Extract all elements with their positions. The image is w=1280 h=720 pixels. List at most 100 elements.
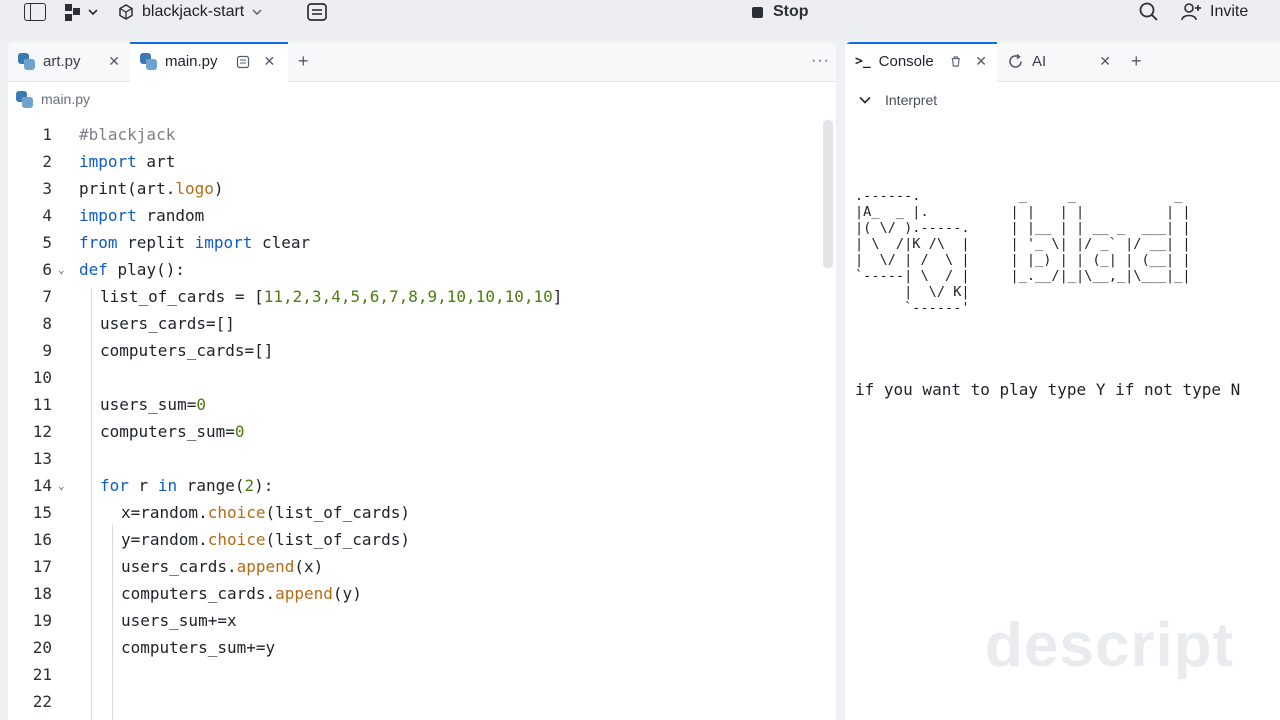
stop-button[interactable]: Stop: [742, 0, 819, 24]
code-line: 6 ⌄ def play():: [8, 256, 828, 283]
code-line: 7 list_of_cards = [11,2,3,4,5,6,7,8,9,10…: [8, 283, 828, 310]
line-number: 16: [32, 529, 52, 549]
close-icon[interactable]: ✕: [1099, 53, 1111, 70]
project-name-label: blackjack-start: [142, 3, 245, 20]
code-text: list_of_cards = [11,2,3,4,5,6,7,8,9,10,1…: [100, 286, 563, 306]
code-text: #blackjack: [79, 124, 176, 144]
code-line: 21: [8, 661, 828, 688]
stop-label: Stop: [773, 3, 809, 20]
tab-label: AI: [1032, 53, 1047, 70]
workspace-icon: [65, 4, 98, 21]
code-text: users_cards=[]: [100, 313, 235, 333]
invite-label: Invite: [1210, 3, 1249, 20]
code-line: 9 computers_cards=[]: [8, 337, 828, 364]
line-number: 10: [32, 367, 52, 387]
code-line: 19 users_sum+=x: [8, 607, 828, 634]
console-output[interactable]: .------. _ _ _ |A_ _ |. | | | | | | |( \…: [855, 150, 1240, 437]
more-options-icon[interactable]: ···: [811, 52, 830, 70]
line-number: 2: [42, 151, 52, 171]
code-line: 17 users_cards.append(x): [8, 553, 828, 580]
interpret-label[interactable]: Interpret: [885, 92, 937, 108]
code-line: 4 import random: [8, 202, 828, 229]
line-number: 22: [32, 691, 52, 711]
tab-label: Console: [878, 53, 934, 70]
fold-chevron-icon[interactable]: ⌄: [58, 479, 65, 492]
python-icon: [18, 53, 35, 70]
code-text: users_cards.append(x): [121, 556, 324, 576]
line-number: 6: [42, 259, 52, 279]
line-number: 3: [42, 178, 52, 198]
code-line: 15 x=random.choice(list_of_cards): [8, 499, 828, 526]
stop-icon: [752, 6, 763, 18]
line-number: 19: [32, 610, 52, 630]
code-text: computers_sum=0: [100, 421, 245, 441]
line-number: 7: [42, 286, 52, 306]
editor-panel: art.py ✕ main.py ✕ + ··· main.py 1 #blac…: [8, 42, 836, 720]
line-number: 11: [32, 394, 52, 414]
close-icon[interactable]: ✕: [264, 53, 276, 70]
add-user-icon: [1181, 3, 1201, 21]
line-number: 21: [32, 664, 52, 684]
add-tab-icon[interactable]: +: [1121, 51, 1152, 72]
tab-art-py[interactable]: art.py ✕: [8, 42, 130, 82]
tab-main-py[interactable]: main.py ✕: [130, 42, 288, 82]
line-number: 1: [42, 124, 52, 144]
python-icon: [140, 53, 157, 70]
tab-label: art.py: [43, 53, 81, 70]
code-line: 12 computers_sum=0: [8, 418, 828, 445]
code-line: 16 y=random.choice(list_of_cards): [8, 526, 828, 553]
line-number: 13: [32, 448, 52, 468]
code-line: 13: [8, 445, 828, 472]
project-selector[interactable]: blackjack-start: [118, 0, 262, 24]
editor-scrollbar[interactable]: [823, 120, 833, 268]
breadcrumb-file[interactable]: main.py: [41, 91, 90, 107]
watermark: descript: [985, 611, 1235, 680]
code-text: computers_cards.append(y): [121, 583, 362, 603]
close-icon[interactable]: ✕: [975, 53, 987, 70]
editor-tab-bar: art.py ✕ main.py ✕ + ···: [8, 42, 836, 82]
console-panel: >_ Console ✕ AI ✕ + Interpret .------. _…: [845, 42, 1280, 720]
trash-icon[interactable]: [950, 54, 962, 69]
line-number: 8: [42, 313, 52, 333]
code-text: import art: [79, 151, 176, 171]
chevron-down-icon[interactable]: [859, 96, 871, 104]
tab-console[interactable]: >_ Console ✕: [845, 42, 997, 82]
sidebar-toggle-icon[interactable]: [24, 0, 48, 24]
invite-button[interactable]: Invite: [1180, 0, 1248, 24]
chevron-down-icon: [252, 9, 262, 15]
code-line: 5 from replit import clear: [8, 229, 828, 256]
code-line: 2 import art: [8, 148, 828, 175]
code-text: y=random.choice(list_of_cards): [121, 529, 410, 549]
code-text: def play():: [79, 259, 185, 279]
line-number: 14: [32, 475, 52, 495]
line-number: 15: [32, 502, 52, 522]
line-number: 4: [42, 205, 52, 225]
code-line: 18 computers_cards.append(y): [8, 580, 828, 607]
code-editor[interactable]: 1 #blackjack 2 import art 3 print(art.lo…: [8, 118, 828, 720]
search-icon[interactable]: [1138, 0, 1160, 24]
fold-chevron-icon[interactable]: ⌄: [58, 263, 65, 276]
code-line: 1 #blackjack: [8, 121, 828, 148]
code-text: for r in range(2):: [100, 475, 274, 495]
terminal-icon: >_: [855, 54, 871, 69]
workspace-switcher[interactable]: [64, 0, 102, 24]
ascii-art-logo: .------. _ _ _ |A_ _ |. | | | | | | |( \…: [855, 188, 1191, 316]
top-bar: blackjack-start Stop Invite: [0, 0, 1280, 40]
code-line: 20 computers_sum+=y: [8, 634, 828, 661]
code-text: users_sum=0: [100, 394, 206, 414]
tab-ai[interactable]: AI ✕: [997, 42, 1121, 82]
close-icon[interactable]: ✕: [108, 53, 120, 70]
code-line: 11 users_sum=0: [8, 391, 828, 418]
repl-cube-icon: [119, 4, 133, 20]
notes-icon[interactable]: [306, 0, 328, 24]
code-text: from replit import clear: [79, 232, 311, 252]
line-number: 9: [42, 340, 52, 360]
code-text: x=random.choice(list_of_cards): [121, 502, 410, 522]
console-prompt-text: if you want to play type Y if not type N: [855, 380, 1241, 399]
code-line: 3 print(art.logo): [8, 175, 828, 202]
python-icon: [16, 90, 33, 108]
breadcrumb: main.py: [8, 82, 836, 116]
add-tab-icon[interactable]: +: [288, 51, 319, 72]
line-number: 5: [42, 232, 52, 252]
file-outline-icon[interactable]: [236, 55, 250, 69]
